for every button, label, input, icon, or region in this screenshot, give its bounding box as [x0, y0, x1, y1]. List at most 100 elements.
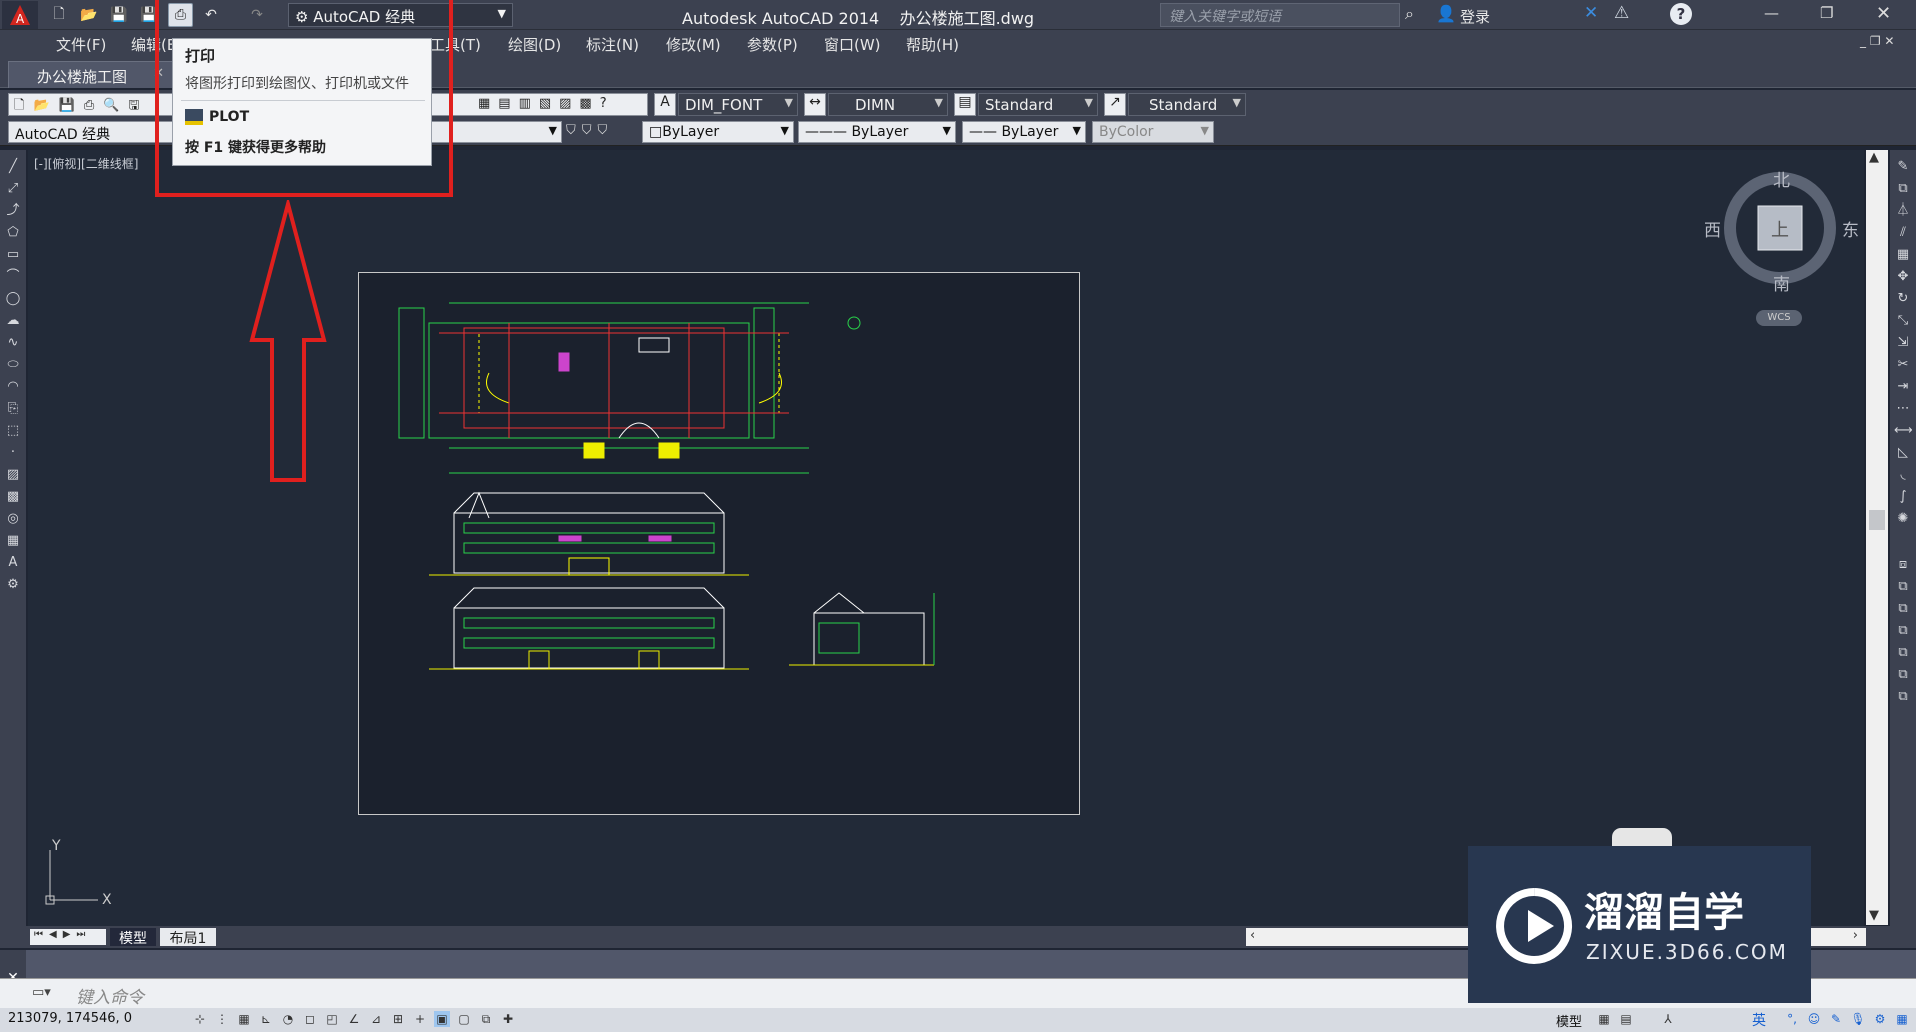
move-icon[interactable]: ✥ — [1894, 268, 1912, 286]
circle-icon[interactable]: ◯ — [4, 290, 22, 308]
text-front-icon[interactable]: ⧉ — [1894, 666, 1912, 684]
explode-icon[interactable]: ✺ — [1894, 510, 1912, 528]
region-icon[interactable]: ◎ — [4, 510, 22, 528]
binoculars-icon[interactable]: ⌕ — [1405, 4, 1414, 24]
menu-draw[interactable]: 绘图(D) — [508, 34, 561, 55]
dynamic-ucs-icon[interactable]: ⊿ — [368, 1011, 384, 1027]
ellipse-icon[interactable]: ⬭ — [4, 356, 22, 374]
grid-display-icon[interactable]: ▦ — [236, 1011, 252, 1027]
ortho-mode-icon[interactable]: ⊾ — [258, 1011, 274, 1027]
draworder-icon[interactable]: ⧈ — [1894, 556, 1912, 574]
command-input[interactable]: 键入命令 — [76, 983, 1246, 1008]
ime-language[interactable]: 英 — [1752, 1010, 1766, 1030]
selection-cycling-icon[interactable]: ⧉ — [478, 1011, 494, 1027]
viewport-label[interactable]: [-][俯视][二维线框] — [34, 155, 138, 172]
transparency-icon[interactable]: ▣ — [434, 1011, 450, 1027]
color-combo[interactable]: □ByLayer ▼ — [642, 121, 794, 143]
viewcube[interactable]: 北 南 西 东 上 WCS — [1704, 166, 1859, 326]
viewcube-top[interactable]: 上 — [1771, 216, 1789, 242]
blend-icon[interactable]: ∫ — [1894, 488, 1912, 506]
viewcube-north[interactable]: 北 — [1773, 166, 1790, 191]
scroll-thumb[interactable] — [1869, 510, 1885, 530]
above-icon[interactable]: ⧉ — [1894, 622, 1912, 640]
revision-cloud-icon[interactable]: ☁ — [4, 312, 22, 330]
lineweight-combo[interactable]: —— ByLayer ▼ — [962, 121, 1086, 143]
polyline-icon[interactable]: ⤴ — [4, 202, 22, 220]
search-input[interactable]: 键入关键字或短语 — [1160, 3, 1400, 27]
mleader-style-combo[interactable]: Standard ▼ — [1128, 93, 1246, 116]
copy-icon[interactable]: ⧉ — [1894, 180, 1912, 198]
text-style-combo[interactable]: DIM_FONT ▼ — [678, 93, 798, 116]
menu-parametric[interactable]: 参数(P) — [747, 34, 798, 55]
menu-file[interactable]: 文件(F) — [56, 34, 106, 55]
rectangle-icon[interactable]: ▭ — [4, 246, 22, 264]
insert-block-icon[interactable]: ⎘ — [4, 400, 22, 418]
add-selected-icon[interactable]: ⚙ — [4, 576, 22, 594]
menu-window[interactable]: 窗口(W) — [824, 34, 881, 55]
exchange-icon[interactable]: ✕ — [1584, 3, 1598, 23]
quick-properties-icon[interactable]: ▢ — [456, 1011, 472, 1027]
ime-punct-icon[interactable]: °, — [1784, 1011, 1800, 1027]
gradient-icon[interactable]: ▩ — [4, 488, 22, 506]
new-file-icon[interactable]: 🗋 — [48, 4, 70, 26]
send-back-icon[interactable]: ⧉ — [1894, 600, 1912, 618]
annotation-scale-icon[interactable]: ⅄ — [1660, 1011, 1676, 1027]
below-icon[interactable]: ⧉ — [1894, 644, 1912, 662]
linetype-combo[interactable]: ——— ByLayer ▼ — [798, 121, 956, 143]
menu-help[interactable]: 帮助(H) — [906, 34, 959, 55]
minimize-button[interactable]: — — [1764, 4, 1779, 22]
doc-window-controls[interactable]: _ ❐ ✕ — [1860, 34, 1894, 48]
erase-icon[interactable]: ✎ — [1894, 158, 1912, 176]
3d-object-snap-icon[interactable]: ◰ — [324, 1011, 340, 1027]
properties-toolbar-icons[interactable]: ▦▤▥▧▨▩? — [478, 96, 615, 111]
hatch-icon[interactable]: ▨ — [4, 466, 22, 484]
polygon-icon[interactable]: ⬠ — [4, 224, 22, 242]
polar-tracking-icon[interactable]: ◔ — [280, 1011, 296, 1027]
menu-dimension[interactable]: 标注(N) — [586, 34, 639, 55]
extend-icon[interactable]: ⇥ — [1894, 378, 1912, 396]
scale-icon[interactable]: ⤡ — [1894, 312, 1912, 330]
chamfer-icon[interactable]: ◺ — [1894, 444, 1912, 462]
model-space-label[interactable]: 模型 — [1556, 1011, 1582, 1030]
bring-front-icon[interactable]: ⧉ — [1894, 578, 1912, 596]
dim-front-icon[interactable]: ⧉ — [1894, 688, 1912, 706]
vertical-scrollbar[interactable]: ▲ ▼ — [1866, 150, 1888, 925]
infer-constraints-icon[interactable]: ⊹ — [192, 1011, 208, 1027]
object-snap-icon[interactable]: ◻ — [302, 1011, 318, 1027]
tab-layout1[interactable]: 布局1 — [160, 928, 216, 947]
scroll-left-icon[interactable]: ‹ — [1250, 928, 1255, 943]
user-icon[interactable]: 👤 — [1436, 4, 1456, 23]
snap-mode-icon[interactable]: ⋮ — [214, 1011, 230, 1027]
ime-grid-icon[interactable]: ▦ — [1894, 1011, 1910, 1027]
viewcube-east[interactable]: 东 — [1842, 216, 1859, 241]
ime-mic-icon[interactable]: 🎙 — [1850, 1011, 1866, 1027]
table-icon[interactable]: ▦ — [4, 532, 22, 550]
document-tab[interactable]: 办公楼施工图 ✕ — [8, 61, 173, 88]
login-link[interactable]: 登录 — [1460, 6, 1490, 27]
layer-tools-icons[interactable]: ⛉⛉⛉ — [566, 123, 613, 138]
plotstyle-combo[interactable]: ByColor ▼ — [1092, 121, 1214, 143]
wcs-badge[interactable]: WCS — [1756, 310, 1802, 326]
make-block-icon[interactable]: ⬚ — [4, 422, 22, 440]
break-icon[interactable]: ⋯ — [1894, 400, 1912, 418]
viewcube-west[interactable]: 西 — [1704, 216, 1721, 241]
dynamic-input-icon[interactable]: ⊞ — [390, 1011, 406, 1027]
quick-view-layouts-icon[interactable]: ▦ — [1596, 1011, 1612, 1027]
close-button[interactable]: ✕ — [1876, 3, 1891, 24]
point-icon[interactable]: · — [4, 444, 22, 462]
scroll-down-icon[interactable]: ▼ — [1869, 908, 1879, 923]
ime-settings-icon[interactable]: ⚙ — [1872, 1011, 1888, 1027]
command-prompt-icon[interactable]: ▭▾ — [32, 985, 51, 1000]
layout-nav-buttons[interactable]: ⏮◀▶⏭ — [30, 929, 106, 945]
restore-button[interactable]: ❐ — [1820, 4, 1833, 22]
tab-model[interactable]: 模型 — [110, 928, 156, 947]
table-style-combo[interactable]: Standard ▼ — [978, 93, 1098, 116]
scroll-right-icon[interactable]: › — [1853, 928, 1858, 943]
quick-view-drawings-icon[interactable]: ▤ — [1618, 1011, 1634, 1027]
mirror-icon[interactable]: ⏃ — [1894, 202, 1912, 220]
ellipse-arc-icon[interactable]: ◠ — [4, 378, 22, 396]
ime-pen-icon[interactable]: ✎ — [1828, 1011, 1844, 1027]
multiline-text-icon[interactable]: A — [4, 554, 22, 572]
standard-toolbar-icons[interactable]: 🗋📂💾⎙🔍🖫 — [14, 96, 149, 118]
fillet-icon[interactable]: ◟ — [1894, 466, 1912, 484]
